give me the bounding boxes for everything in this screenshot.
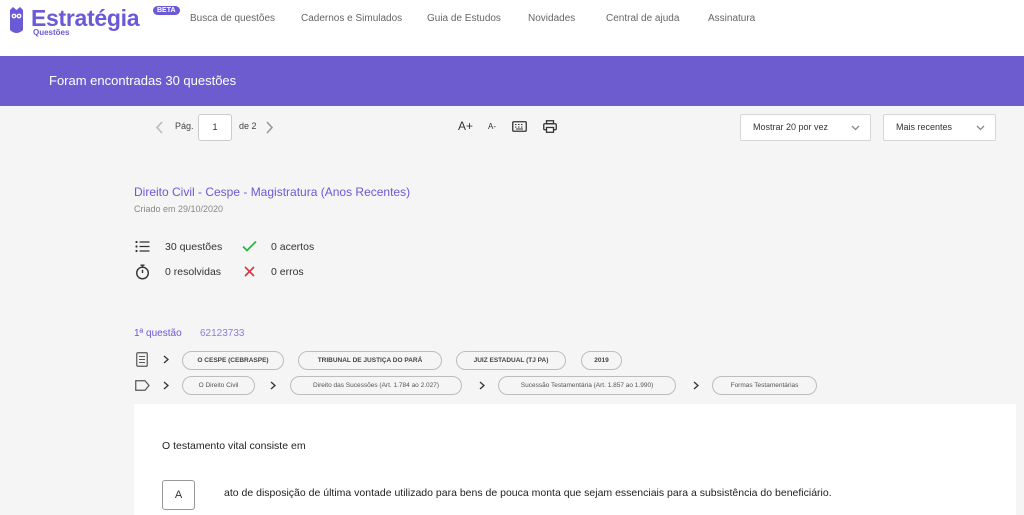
tag-cargo[interactable]: JUIZ ESTADUAL (TJ PA) bbox=[456, 351, 566, 370]
beta-badge: BETA bbox=[153, 6, 180, 15]
font-decrease-button[interactable]: A- bbox=[488, 122, 496, 131]
chevron-right-icon bbox=[163, 381, 169, 390]
page-total-label: de 2 bbox=[239, 121, 257, 131]
sort-value: Mais recentes bbox=[896, 122, 953, 132]
solved-count: 0 resolvidas bbox=[165, 266, 222, 278]
logo[interactable]: Estratégia Questões BETA bbox=[8, 5, 180, 37]
top-navbar: Estratégia Questões BETA Busca de questõ… bbox=[0, 0, 1024, 56]
correct-count: 0 acertos bbox=[271, 241, 315, 253]
chevron-right-icon bbox=[163, 355, 169, 364]
chevron-down-icon bbox=[976, 125, 985, 131]
keyboard-icon[interactable] bbox=[512, 121, 527, 132]
errors-count: 0 erros bbox=[271, 266, 304, 278]
brand-name: Estratégia bbox=[31, 5, 140, 31]
print-icon[interactable] bbox=[543, 120, 557, 133]
question-statement: O testamento vital consiste em bbox=[162, 440, 306, 452]
subject-level-3[interactable]: Sucessão Testamentária (Art. 1.857 ao 1.… bbox=[498, 376, 676, 395]
results-banner: Foram encontradas 30 questões bbox=[0, 56, 1024, 106]
subject-level-1[interactable]: O Direito Civil bbox=[182, 376, 255, 395]
nav-busca-de-questoes[interactable]: Busca de questões bbox=[190, 13, 275, 24]
subject-level-4[interactable]: Formas Testamentárias bbox=[712, 376, 817, 395]
chevron-right-icon bbox=[479, 381, 485, 390]
tag-icon bbox=[135, 380, 150, 391]
font-increase-button[interactable]: A+ bbox=[458, 119, 473, 133]
nav-assinatura[interactable]: Assinatura bbox=[708, 13, 755, 24]
tag-banca[interactable]: O CESPE (CEBRASPE) bbox=[182, 351, 284, 370]
per-page-value: Mostrar 20 por vez bbox=[753, 122, 829, 132]
sort-select[interactable]: Mais recentes bbox=[883, 114, 996, 141]
check-icon bbox=[242, 240, 257, 252]
stopwatch-icon bbox=[135, 264, 150, 280]
alternative-a-button[interactable]: A bbox=[162, 480, 195, 510]
nav-cadernos-e-simulados[interactable]: Cadernos e Simulados bbox=[301, 13, 402, 24]
chevron-left-icon[interactable] bbox=[155, 121, 164, 134]
document-icon bbox=[136, 352, 148, 367]
results-count-text: Foram encontradas 30 questões bbox=[49, 73, 237, 88]
alternative-a-text[interactable]: ato de disposição de última vontade util… bbox=[224, 487, 832, 499]
page-label: Pág. bbox=[175, 121, 194, 131]
question-number: 1ª questão bbox=[134, 328, 182, 339]
tag-orgao[interactable]: TRIBUNAL DE JUSTIÇA DO PARÁ bbox=[298, 351, 442, 370]
notebook-title[interactable]: Direito Civil - Cespe - Magistratura (An… bbox=[134, 185, 410, 199]
chevron-right-icon bbox=[270, 381, 276, 390]
per-page-select[interactable]: Mostrar 20 por vez bbox=[740, 114, 871, 141]
x-icon bbox=[244, 266, 255, 277]
list-icon bbox=[135, 240, 150, 253]
chevron-down-icon bbox=[851, 125, 860, 131]
page-number-input[interactable]: 1 bbox=[198, 114, 232, 141]
nav-guia-de-estudos[interactable]: Guia de Estudos bbox=[427, 13, 501, 24]
questions-count: 30 questões bbox=[165, 241, 223, 253]
chevron-right-icon bbox=[693, 381, 699, 390]
brand-subtitle: Questões bbox=[33, 28, 70, 37]
tag-ano[interactable]: 2019 bbox=[581, 351, 622, 370]
nav-central-de-ajuda[interactable]: Central de ajuda bbox=[606, 13, 679, 24]
chevron-right-icon[interactable] bbox=[265, 121, 274, 134]
subject-level-2[interactable]: Direito das Sucessões (Art. 1.784 ao 2.0… bbox=[290, 376, 462, 395]
notebook-created-date: Criado em 29/10/2020 bbox=[134, 204, 224, 214]
question-id[interactable]: 62123733 bbox=[200, 328, 245, 339]
owl-logo-icon bbox=[10, 7, 23, 33]
nav-novidades[interactable]: Novidades bbox=[528, 13, 575, 24]
